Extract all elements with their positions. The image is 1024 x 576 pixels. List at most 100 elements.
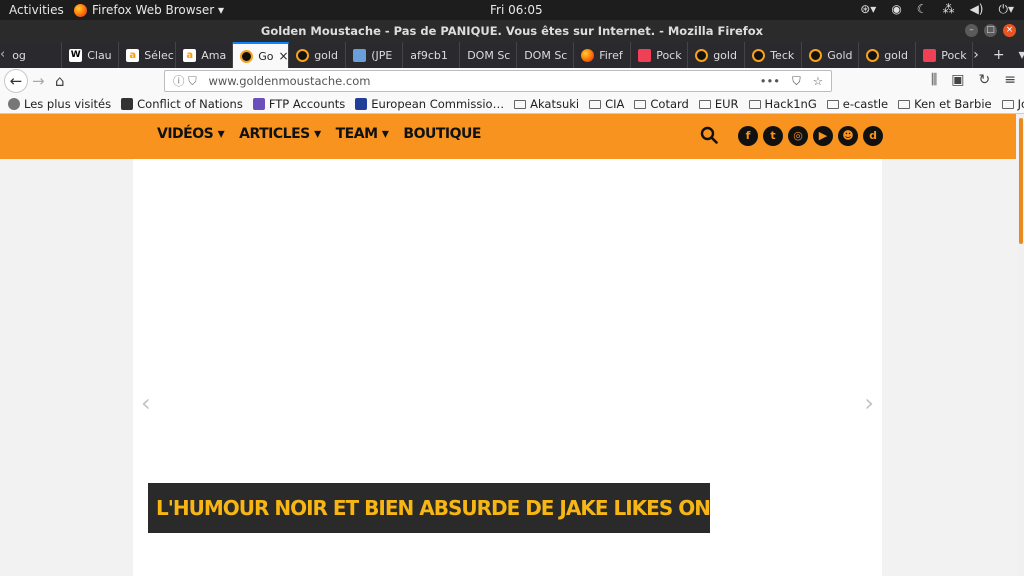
folder-icon — [898, 100, 911, 109]
url-actions: ••• ⛉ ☆ — [760, 71, 823, 91]
volume-icon[interactable]: ◀) — [970, 2, 984, 17]
clock[interactable]: Fri 06:05 — [490, 3, 543, 17]
tab[interactable]: W Clau — [62, 42, 120, 68]
tab[interactable]: a Sélec — [119, 42, 177, 68]
instagram-icon[interactable]: ◎ — [788, 126, 808, 146]
dailymotion-icon[interactable]: d — [863, 126, 883, 146]
home-button[interactable]: ⌂ — [55, 72, 65, 90]
tab[interactable]: og — [5, 42, 63, 68]
snapchat-icon[interactable]: ☻ — [838, 126, 858, 146]
url-bar[interactable]: ⓘ ⛉ www.goldenmoustache.com ••• ⛉ ☆ — [164, 70, 832, 92]
bookmark-item[interactable]: CIA — [589, 97, 624, 111]
bookmark-item[interactable]: Les plus visités — [8, 97, 111, 111]
slider-next-arrow[interactable]: › — [864, 389, 874, 417]
tab[interactable]: gold — [289, 42, 347, 68]
bookmark-item[interactable]: e-castle — [826, 97, 888, 111]
new-tab-button[interactable]: + — [993, 42, 1005, 68]
pocket-icon — [923, 48, 937, 62]
site-info-icon[interactable]: ⓘ ⛉ — [173, 74, 197, 88]
system-tray[interactable]: ⊛▾ ◉ ☾ ⁂ ◀) ⏻▾ — [860, 2, 1014, 17]
amazon-icon: a — [126, 48, 140, 62]
power-icon[interactable]: ⏻▾ — [998, 2, 1014, 17]
network-icon[interactable]: ⁂ — [943, 2, 955, 17]
goldenmoustache-icon — [695, 48, 709, 62]
bookmark-item[interactable]: European Commissio… — [355, 97, 504, 111]
maximize-button[interactable]: □ — [984, 24, 997, 37]
amazon-icon: a — [183, 48, 197, 62]
tab-label: Go — [258, 49, 274, 63]
pocket-icon — [638, 48, 652, 62]
goldenmoustache-icon — [866, 48, 880, 62]
tab-label: Pock — [941, 48, 967, 62]
night-light-icon[interactable]: ☾ — [917, 2, 928, 17]
tab-strip: ‹ og W Clau a Sélec a Ama Go × gold (JPE af9cb1 DOM … — [0, 42, 1024, 68]
tab[interactable]: Pock — [916, 42, 974, 68]
article-headline[interactable]: L'HUMOUR NOIR ET BIEN ABSURDE DE JAKE LI… — [148, 483, 710, 533]
facebook-icon[interactable]: f — [738, 126, 758, 146]
close-window-button[interactable]: × — [1003, 24, 1016, 37]
site-menu-item[interactable]: BOUTIQUE — [403, 126, 481, 142]
accessibility-icon[interactable]: ⊛▾ — [860, 2, 876, 17]
tab[interactable]: gold — [688, 42, 746, 68]
bookmark-label: Hack1nG — [764, 96, 817, 111]
bookmark-item[interactable]: Akatsuki — [514, 97, 579, 111]
hamburger-menu-icon[interactable]: ≡ — [1004, 72, 1016, 88]
scrollbar-thumb[interactable] — [1019, 118, 1023, 244]
search-icon[interactable] — [700, 126, 718, 144]
scroll-tabs-right-button[interactable]: › — [973, 42, 979, 68]
bookmark-item[interactable]: Cotard — [634, 97, 689, 111]
gear-icon — [8, 97, 20, 110]
youtube-icon[interactable]: ▶ — [813, 126, 833, 146]
image-icon — [353, 48, 367, 62]
bookmark-item[interactable]: Ken et Barbie — [898, 97, 992, 111]
toolbar-right: ⫼ ▣ ↻ ≡ — [931, 72, 1016, 88]
tab-label: Teck — [770, 48, 795, 62]
site-menu-item[interactable]: VIDÉOS ▾ — [157, 126, 225, 142]
all-tabs-button[interactable]: ▾ — [1019, 42, 1024, 68]
pocket-icon[interactable]: ⛉ — [792, 71, 801, 91]
tab[interactable]: gold — [859, 42, 917, 68]
tab[interactable]: (JPE — [346, 42, 404, 68]
app-menu[interactable]: Firefox Web Browser ▾ — [74, 3, 224, 17]
page-scrollbar[interactable] — [1018, 114, 1024, 576]
bookmark-item[interactable]: EUR — [698, 97, 739, 111]
firefox-icon — [74, 3, 87, 17]
sidebar-icon[interactable]: ▣ — [951, 72, 964, 88]
tab[interactable]: Teck — [745, 42, 803, 68]
tab[interactable]: Firef — [574, 42, 632, 68]
close-tab-icon[interactable]: × — [278, 49, 288, 63]
window-title-bar: Golden Moustache - Pas de PANIQUE. Vous … — [0, 20, 1024, 42]
tab[interactable]: Pock — [631, 42, 689, 68]
url-text[interactable]: www.goldenmoustache.com — [208, 74, 370, 88]
site-menu-item[interactable]: ARTICLES ▾ — [239, 126, 321, 142]
site-menu-item[interactable]: TEAM ▾ — [336, 126, 389, 142]
activities-button[interactable]: Activities — [9, 3, 64, 17]
minimize-button[interactable]: – — [965, 24, 978, 37]
twitter-icon[interactable]: t — [763, 126, 783, 146]
navigation-toolbar: ← → ⌂ ⓘ ⛉ www.goldenmoustache.com ••• ⛉ … — [0, 68, 1024, 94]
reload-icon[interactable]: ↻ — [979, 72, 991, 88]
bookmark-item[interactable]: FTP Accounts — [252, 97, 345, 111]
bookmark-item[interactable]: Job — [1001, 97, 1024, 111]
library-icon[interactable]: ⫼ — [931, 72, 937, 88]
tab[interactable]: af9cb1 — [403, 42, 461, 68]
wikipedia-icon: W — [69, 48, 83, 62]
tab[interactable]: DOM Sc — [460, 42, 518, 68]
tab-label: gold — [884, 48, 908, 62]
bookmark-label: European Commissio… — [371, 96, 505, 111]
tab[interactable]: Gold — [802, 42, 860, 68]
page-actions-button[interactable]: ••• — [760, 71, 780, 91]
bookmark-label: Conflict of Nations — [137, 96, 243, 111]
steam-icon[interactable]: ◉ — [891, 2, 901, 17]
bookmark-item[interactable]: Hack1nG — [748, 96, 817, 111]
back-button[interactable]: ← — [4, 69, 28, 93]
tab[interactable]: a Ama — [176, 42, 234, 68]
tab-active[interactable]: Go × — [233, 42, 290, 68]
forward-button[interactable]: → — [32, 72, 45, 90]
bookmark-star-icon[interactable]: ☆ — [813, 71, 823, 91]
bookmark-item[interactable]: Conflict of Nations — [121, 97, 243, 111]
web-page: VIDÉOS ▾ ARTICLES ▾ TEAM ▾ BOUTIQUE f t ◎ ▶ ☻ d … — [0, 114, 1018, 576]
folder-icon — [589, 100, 602, 109]
tab[interactable]: DOM Sc — [517, 42, 575, 68]
slider-prev-arrow[interactable]: ‹ — [141, 389, 151, 417]
